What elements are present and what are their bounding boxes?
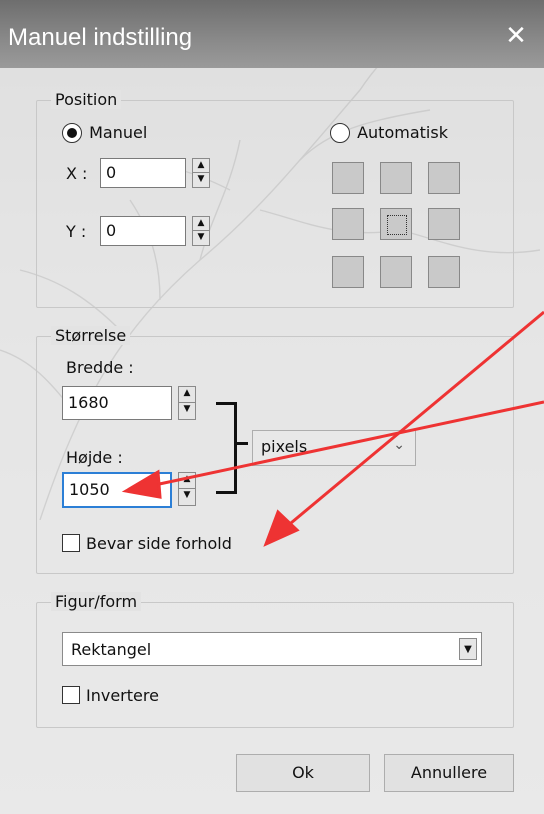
invert-label: Invertere bbox=[86, 686, 159, 705]
x-spinner[interactable]: ▲ ▼ bbox=[192, 158, 210, 188]
spin-down-icon[interactable]: ▼ bbox=[179, 489, 195, 505]
anchor-bottom-right[interactable] bbox=[428, 256, 460, 288]
automatic-radio[interactable]: Automatisk bbox=[330, 122, 448, 143]
manual-radio-button[interactable] bbox=[62, 122, 82, 143]
anchor-center[interactable] bbox=[380, 208, 412, 240]
automatic-radio-button[interactable] bbox=[330, 122, 350, 143]
bracket-tick bbox=[234, 442, 248, 445]
x-label: X : bbox=[66, 164, 88, 183]
height-spinner[interactable]: ▲ ▼ bbox=[178, 472, 196, 506]
width-input[interactable]: 1680 bbox=[62, 386, 172, 420]
manual-radio[interactable]: Manuel bbox=[62, 122, 147, 143]
spin-up-icon[interactable]: ▲ bbox=[179, 387, 195, 403]
keep-ratio-label: Bevar side forhold bbox=[86, 534, 232, 553]
chevron-down-icon[interactable]: ▼ bbox=[459, 638, 477, 660]
anchor-top-center[interactable] bbox=[380, 162, 412, 194]
shape-dropdown[interactable]: Rektangel ▼ bbox=[62, 632, 482, 666]
chevron-down-icon: ⌄ bbox=[393, 437, 405, 453]
dialog-content: Position Manuel Automatisk X : 0 ▲ ▼ Y :… bbox=[0, 68, 544, 814]
spin-up-icon[interactable]: ▲ bbox=[193, 159, 209, 173]
window-title: Manuel indstilling bbox=[8, 24, 193, 51]
unit-dropdown-value: pixels bbox=[261, 437, 308, 456]
manual-settings-dialog: Manuel indstilling ✕ Position Manuel Aut… bbox=[0, 0, 544, 814]
unit-dropdown[interactable]: pixels ⌄ bbox=[252, 430, 416, 466]
shape-dropdown-value: Rektangel bbox=[71, 640, 152, 659]
anchor-middle-right[interactable] bbox=[428, 208, 460, 240]
x-input[interactable]: 0 bbox=[100, 158, 186, 188]
spin-down-icon[interactable]: ▼ bbox=[179, 403, 195, 419]
y-spinner[interactable]: ▲ ▼ bbox=[192, 216, 210, 246]
close-icon[interactable]: ✕ bbox=[496, 16, 536, 56]
anchor-middle-left[interactable] bbox=[332, 208, 364, 240]
anchor-bottom-center[interactable] bbox=[380, 256, 412, 288]
y-label: Y : bbox=[66, 222, 87, 241]
anchor-bottom-left[interactable] bbox=[332, 256, 364, 288]
invert-checkbox[interactable] bbox=[62, 686, 80, 704]
width-spinner[interactable]: ▲ ▼ bbox=[178, 386, 196, 420]
ok-button[interactable]: Ok bbox=[236, 754, 370, 792]
y-input[interactable]: 0 bbox=[100, 216, 186, 246]
size-group-label: Størrelse bbox=[51, 326, 131, 345]
spin-up-icon[interactable]: ▲ bbox=[179, 473, 195, 489]
title-bar[interactable]: Manuel indstilling ✕ bbox=[0, 0, 544, 68]
anchor-top-left[interactable] bbox=[332, 162, 364, 194]
spin-up-icon[interactable]: ▲ bbox=[193, 217, 209, 231]
link-bracket bbox=[216, 402, 237, 494]
height-input[interactable]: 1050 bbox=[62, 472, 172, 508]
keep-ratio-checkbox[interactable] bbox=[62, 534, 80, 552]
spin-down-icon[interactable]: ▼ bbox=[193, 231, 209, 245]
height-label: Højde : bbox=[66, 448, 123, 467]
automatic-radio-label: Automatisk bbox=[357, 123, 448, 142]
position-group-label: Position bbox=[51, 90, 122, 109]
shape-group-label: Figur/form bbox=[51, 592, 142, 611]
spin-down-icon[interactable]: ▼ bbox=[193, 173, 209, 187]
width-label: Bredde : bbox=[66, 358, 134, 377]
manual-radio-label: Manuel bbox=[89, 123, 148, 142]
anchor-top-right[interactable] bbox=[428, 162, 460, 194]
cancel-button[interactable]: Annullere bbox=[384, 754, 514, 792]
